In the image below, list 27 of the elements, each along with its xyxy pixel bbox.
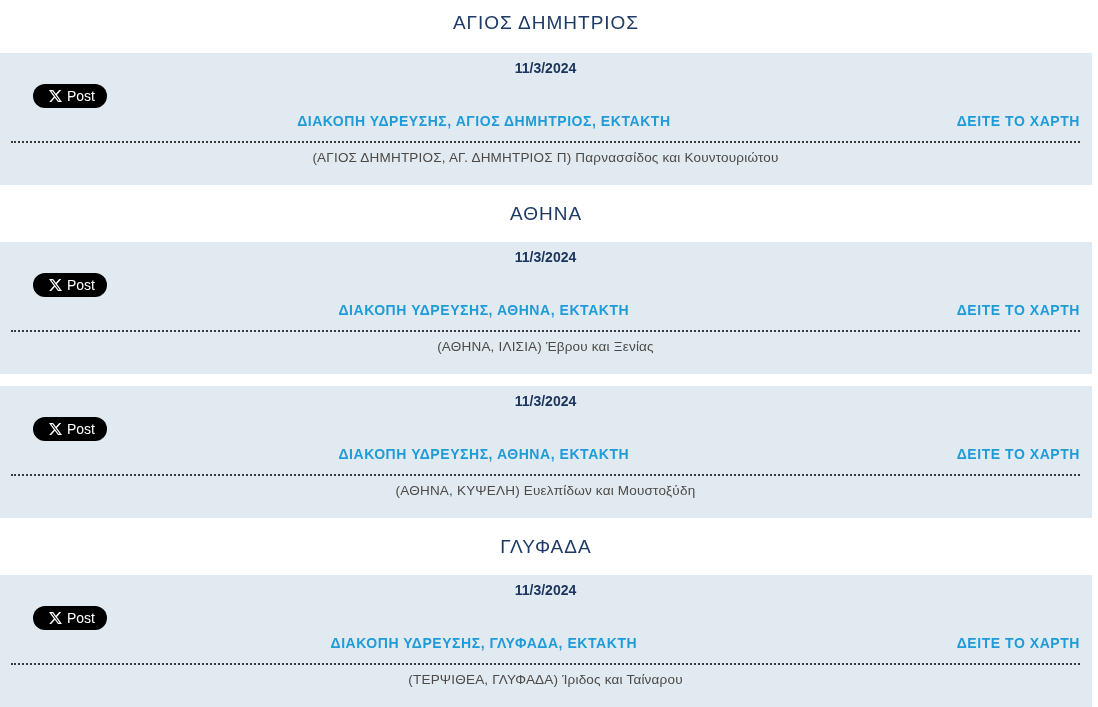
map-link[interactable]: ΔΕΙΤΕ ΤΟ ΧΑΡΤΗ	[956, 445, 1080, 463]
notice-title-link[interactable]: ΔΙΑΚΟΠΗ ΥΔΡΕΥΣΗΣ, ΑΘΗΝΑ, ΕΚΤΑΚΤΗ	[338, 445, 630, 463]
notice-description: (ΑΘΗΝΑ, ΚΥΨΕΛΗ) Ευελπίδων και Μουστοξύδη	[395, 482, 696, 500]
area-heading: ΑΘΗΝΑ	[509, 202, 583, 225]
notice-date: 11/3/2024	[514, 59, 577, 77]
x-mark-icon	[49, 612, 62, 624]
notice-date: 11/3/2024	[514, 392, 577, 410]
notice-description: (ΤΕΡΨΙΘΕΑ, ΓΛΥΦΑΔΑ) Ίριδος και Ταίναρου	[408, 671, 683, 689]
notice-description: (ΑΓΙΟΣ ΔΗΜΗΤΡΙΟΣ, ΑΓ. ΔΗΜΗΤΡΙΟΣ Π) Παρνασσίδος και Κουντουριώτου	[312, 149, 779, 167]
x-mark-icon	[49, 90, 62, 102]
map-link[interactable]: ΔΕΙΤΕ ΤΟ ΧΑΡΤΗ	[956, 301, 1080, 319]
map-link[interactable]: ΔΕΙΤΕ ΤΟ ΧΑΡΤΗ	[956, 112, 1080, 130]
area-heading: ΑΓΙΟΣ ΔΗΜΗΤΡΙΟΣ	[452, 11, 640, 34]
notice-date: 11/3/2024	[514, 581, 577, 599]
post-button[interactable]: Post	[33, 84, 107, 108]
post-button[interactable]: Post	[33, 606, 107, 630]
x-mark-icon	[49, 279, 62, 291]
notice-description: (ΑΘΗΝΑ, ΙΛΙΣΙΑ) Έβρου και Ξενίας	[437, 338, 654, 356]
notice-title-link[interactable]: ΔΙΑΚΟΠΗ ΥΔΡΕΥΣΗΣ, ΑΓΙΟΣ ΔΗΜΗΤΡΙΟΣ, ΕΚΤΑΚΤΗ	[297, 112, 671, 130]
post-button[interactable]: Post	[33, 273, 107, 297]
post-button[interactable]: Post	[33, 417, 107, 441]
map-link[interactable]: ΔΕΙΤΕ ΤΟ ΧΑΡΤΗ	[956, 634, 1080, 652]
x-mark-icon	[49, 423, 62, 435]
area-heading: ΓΛΥΦΑΔΑ	[500, 535, 592, 558]
notice-date: 11/3/2024	[514, 248, 577, 266]
notice-title-link[interactable]: ΔΙΑΚΟΠΗ ΥΔΡΕΥΣΗΣ, ΑΘΗΝΑ, ΕΚΤΑΚΤΗ	[338, 301, 630, 319]
notice-title-link[interactable]: ΔΙΑΚΟΠΗ ΥΔΡΕΥΣΗΣ, ΓΛΥΦΑΔΑ, ΕΚΤΑΚΤΗ	[330, 634, 638, 652]
